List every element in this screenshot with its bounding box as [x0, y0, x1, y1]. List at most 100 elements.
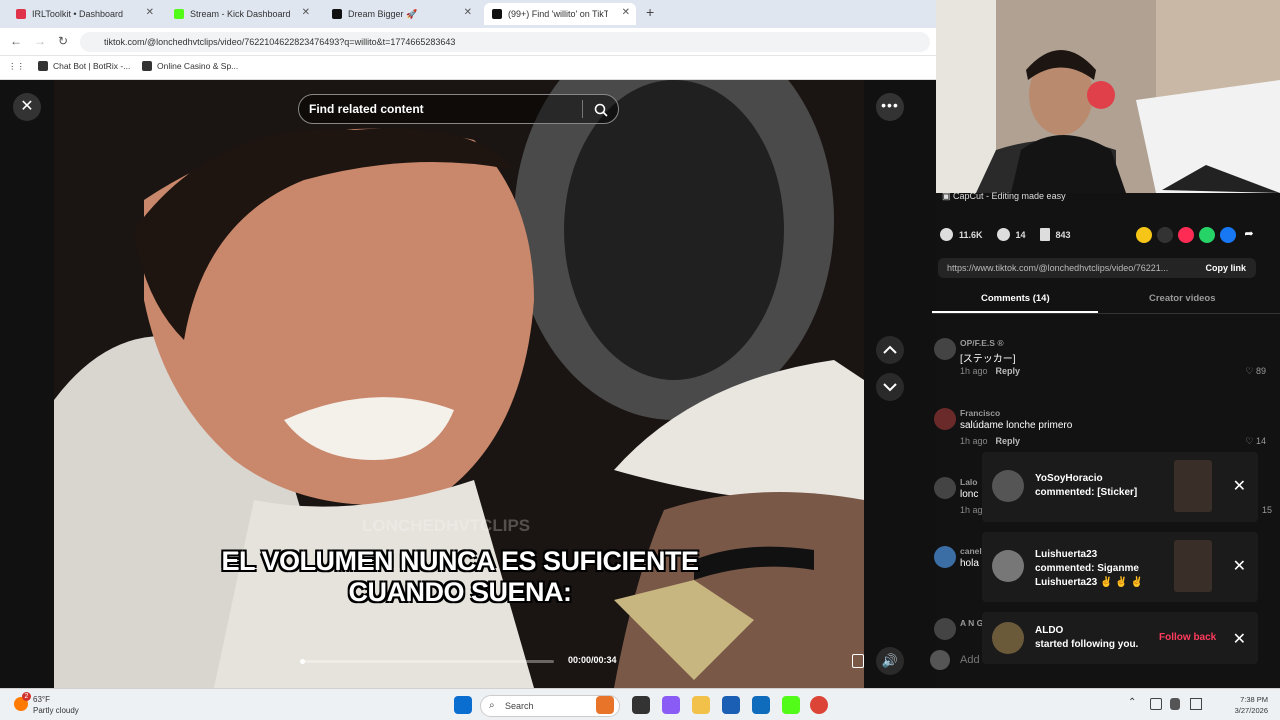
- tab-irltoolkit[interactable]: IRLToolkit • Dashboard ✕: [8, 3, 160, 25]
- microphone-icon[interactable]: [1170, 698, 1180, 710]
- tab-comments[interactable]: Comments (14): [981, 293, 1050, 304]
- comment-item: Francisco salúdame lonche primero 1h ago…: [932, 408, 1272, 452]
- avatar[interactable]: [934, 338, 956, 360]
- avatar[interactable]: [934, 408, 956, 430]
- bookmarks-bar: ⋮⋮ Chat Bot | BotRix -... Online Casino …: [0, 56, 936, 80]
- avatar: [930, 650, 950, 670]
- save-button[interactable]: 843: [1039, 228, 1071, 241]
- progress-bar[interactable]: [300, 659, 554, 664]
- wifi-icon[interactable]: [1190, 698, 1202, 710]
- url-field[interactable]: tiktok.com/@lonchedhvtclips/video/762210…: [80, 32, 930, 52]
- comment-meta: 1h ago Reply: [960, 436, 1020, 446]
- chevron-up-icon: [883, 345, 897, 354]
- casino-icon: [142, 61, 152, 71]
- tab-label: Stream - Kick Dashboard: [190, 9, 291, 19]
- next-video-button[interactable]: [876, 373, 904, 401]
- volume-icon: 🔊: [881, 653, 899, 668]
- video-thumbnail: [1174, 460, 1212, 512]
- comment-meta: 1h ago Reply: [960, 366, 1020, 376]
- kick-icon: [174, 9, 184, 19]
- chevron-up-icon[interactable]: ⌃: [1128, 697, 1136, 708]
- chrome-icon[interactable]: [810, 696, 828, 714]
- progress-handle[interactable]: [300, 659, 305, 664]
- comment-like[interactable]: ♡ 89: [1245, 366, 1266, 377]
- tab-kick[interactable]: Stream - Kick Dashboard ✕: [166, 3, 316, 25]
- notification-card[interactable]: Luishuerta23 commented: Siganme Luishuer…: [982, 532, 1258, 602]
- facebook-icon[interactable]: [1220, 227, 1236, 243]
- share-buttons: ➦: [1136, 227, 1257, 243]
- comment-username[interactable]: Francisco: [960, 408, 1000, 418]
- avatar[interactable]: [934, 477, 956, 499]
- tab-strip: IRLToolkit • Dashboard ✕ Stream - Kick D…: [0, 0, 936, 28]
- comment-username[interactable]: A N G: [960, 618, 983, 628]
- close-icon[interactable]: ✕: [1233, 476, 1246, 496]
- avatar[interactable]: [934, 546, 956, 568]
- reply-button[interactable]: Reply: [996, 436, 1021, 446]
- sponsor-label[interactable]: ▣ CapCut - Editing made easy: [942, 191, 1066, 202]
- reload-icon[interactable]: ↻: [58, 34, 68, 48]
- comment-username[interactable]: canel: [960, 546, 982, 556]
- embed-icon[interactable]: [1157, 227, 1173, 243]
- copilot-icon[interactable]: [662, 696, 680, 714]
- close-tab-icon[interactable]: ✕: [622, 7, 630, 18]
- add-comment-input[interactable]: Add: [960, 654, 980, 666]
- comment-like-count: 89: [1255, 366, 1266, 376]
- whatsapp-icon[interactable]: [1199, 227, 1215, 243]
- notification-name: YoSoyHoracio: [1035, 473, 1103, 484]
- comment-button[interactable]: 14: [996, 228, 1026, 241]
- close-icon[interactable]: ✕: [1233, 556, 1246, 576]
- site-icon: [332, 9, 342, 19]
- bookmark-botrix[interactable]: Chat Bot | BotRix -...: [38, 61, 130, 71]
- copy-link-button[interactable]: Copy link: [1205, 258, 1246, 278]
- comment-time: 1h ag: [960, 505, 983, 515]
- coin-icon[interactable]: [1136, 227, 1152, 243]
- close-icon[interactable]: ✕: [1233, 629, 1246, 649]
- comment-like-count: 14: [1255, 436, 1266, 446]
- volume-button[interactable]: 🔊: [876, 647, 904, 675]
- store-icon[interactable]: [722, 696, 740, 714]
- apps-icon[interactable]: ⋮⋮: [8, 61, 25, 72]
- previous-video-button[interactable]: [876, 336, 904, 364]
- back-icon[interactable]: ←: [10, 34, 22, 48]
- like-button[interactable]: 11.6K: [940, 228, 983, 241]
- tab-creator-videos[interactable]: Creator videos: [1149, 293, 1216, 304]
- comment-like-count: 15: [1261, 505, 1272, 515]
- pip-icon[interactable]: [852, 654, 864, 668]
- bookmark-casino[interactable]: Online Casino & Sp...: [142, 61, 238, 71]
- search-divider: [582, 100, 583, 118]
- share-arrow-icon[interactable]: ➦: [1241, 227, 1257, 243]
- close-tab-icon[interactable]: ✕: [146, 7, 154, 18]
- search-icon[interactable]: [594, 95, 608, 123]
- weather-widget[interactable]: 63°F Partly cloudy: [33, 694, 79, 716]
- task-view-icon[interactable]: [632, 696, 650, 714]
- comment-username[interactable]: Lalo: [960, 477, 977, 487]
- network-icon[interactable]: [1150, 698, 1162, 710]
- comment-like[interactable]: ♡ 14: [1245, 436, 1266, 447]
- avatar[interactable]: [934, 618, 956, 640]
- clock[interactable]: 7:38 PM 3/27/2026: [1220, 694, 1268, 716]
- tab-tiktok[interactable]: (99+) Find 'willito' on TikTok ✕: [484, 3, 636, 25]
- notification-card[interactable]: YoSoyHoracio commented: [Sticker] ✕: [982, 452, 1258, 522]
- kick-app-icon[interactable]: [782, 696, 800, 714]
- reply-button[interactable]: Reply: [996, 366, 1021, 376]
- close-tab-icon[interactable]: ✕: [464, 7, 472, 18]
- file-explorer-icon[interactable]: [692, 696, 710, 714]
- close-tab-icon[interactable]: ✕: [302, 7, 310, 18]
- bookmark-icon: [1039, 228, 1050, 241]
- chevron-down-icon: [883, 383, 897, 392]
- windows-start-icon[interactable]: [454, 696, 472, 714]
- more-options-button[interactable]: •••: [876, 93, 904, 121]
- comment-text: lonc: [960, 489, 979, 500]
- follow-back-button[interactable]: Follow back: [1159, 632, 1216, 643]
- send-icon[interactable]: [1178, 227, 1194, 243]
- new-tab-icon[interactable]: +: [646, 4, 654, 20]
- search-related-input[interactable]: Find related content: [298, 94, 619, 124]
- comment-username[interactable]: OP/F.E.S ®: [960, 338, 1004, 348]
- url-text: tiktok.com/@lonchedhvtclips/video/762210…: [104, 37, 456, 47]
- outlook-icon[interactable]: [752, 696, 770, 714]
- close-video-button[interactable]: ✕: [13, 93, 41, 121]
- forward-icon[interactable]: →: [34, 34, 46, 48]
- like-count: 11.6K: [959, 229, 983, 240]
- tab-dream-bigger[interactable]: Dream Bigger 🚀 ✕: [324, 3, 478, 25]
- taskbar: 2 63°F Partly cloudy ⌕ Search ⌃ 7:38 PM …: [0, 688, 1280, 720]
